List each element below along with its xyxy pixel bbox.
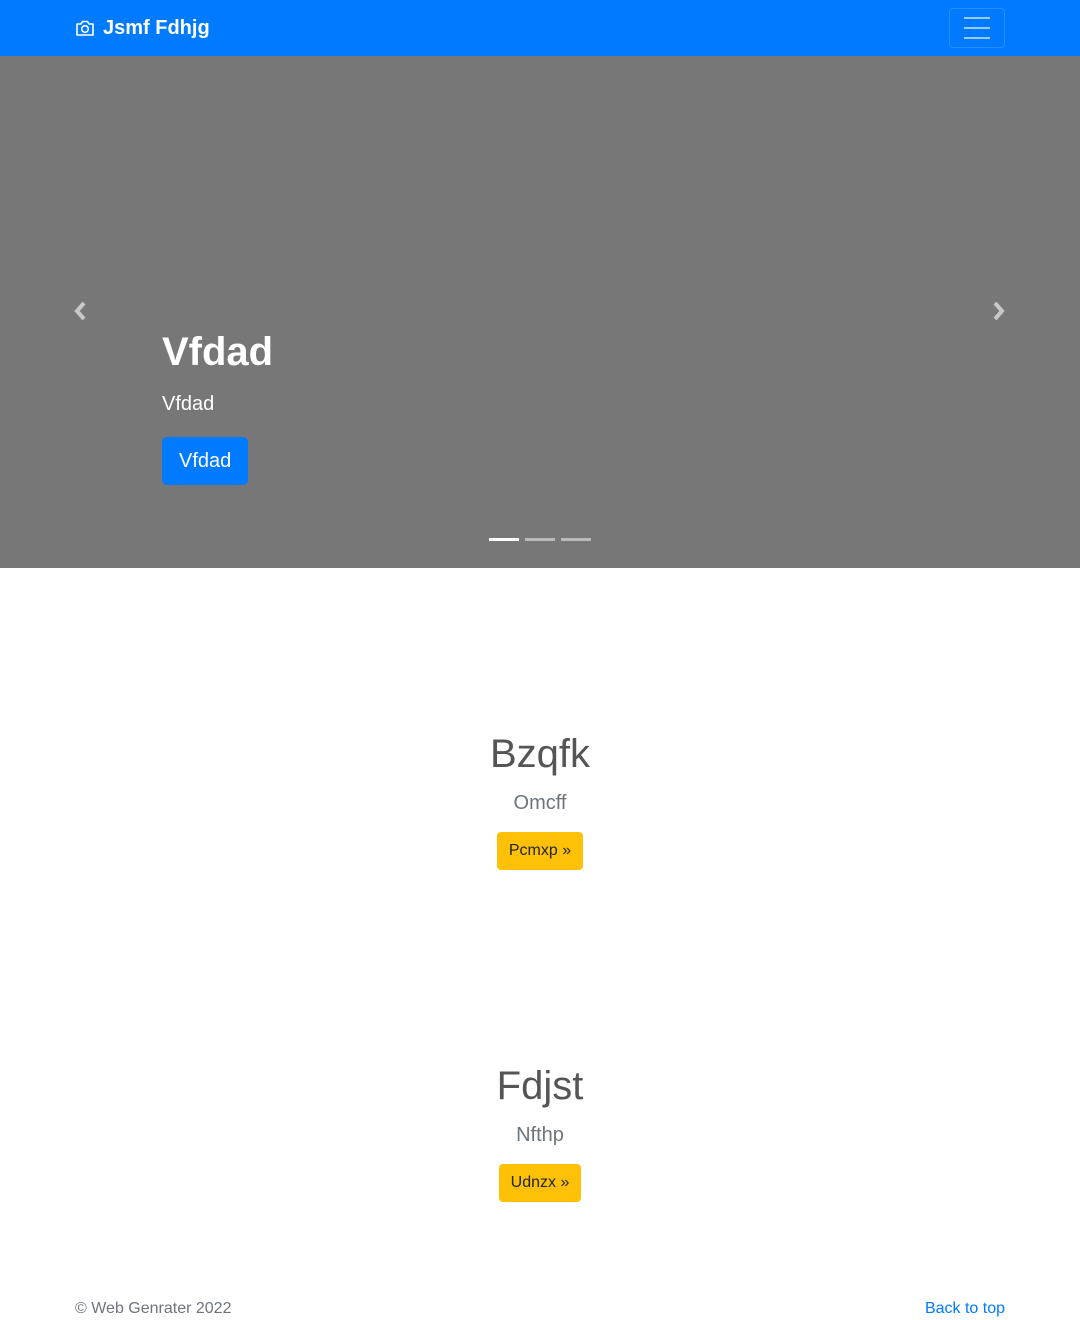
carousel-indicator-2[interactable] — [525, 538, 555, 541]
hamburger-menu-icon-bar — [964, 37, 990, 39]
chevron-left-icon — [74, 301, 86, 321]
section-heading: Bzqfk — [489, 732, 591, 776]
carousel-heading: Vfdad — [162, 330, 274, 374]
chevron-right-icon — [993, 301, 1005, 321]
hamburger-menu-icon-bar — [964, 27, 990, 29]
carousel-next-button[interactable] — [983, 296, 1013, 326]
brand-link[interactable]: Jsmf Fdhjg — [75, 15, 210, 41]
hero-carousel: Vfdad Vfdad Vfdad — [0, 56, 1080, 568]
carousel-text: Vfdad — [162, 393, 215, 415]
carousel-prev-button[interactable] — [66, 296, 96, 326]
hamburger-menu-icon — [964, 17, 990, 19]
section-lead: Omcff — [513, 792, 567, 814]
navbar: Jsmf Fdhjg — [0, 0, 1080, 56]
carousel-cta-button[interactable]: Vfdad — [162, 437, 249, 485]
section-button[interactable]: Udnzx » — [498, 1164, 582, 1202]
feature-section-2: Fdjst Nfthp Udnzx » — [0, 1062, 1080, 1202]
back-to-top-link[interactable]: Back to top — [925, 1298, 1005, 1320]
carousel-caption: Vfdad Vfdad Vfdad — [162, 328, 273, 485]
section-lead: Nfthp — [516, 1124, 564, 1146]
section-button[interactable]: Pcmxp » — [496, 832, 584, 870]
camera-icon — [75, 19, 95, 37]
brand-name: Jsmf Fdhjg — [103, 17, 210, 39]
section-heading: Fdjst — [496, 1064, 584, 1108]
carousel-indicators — [489, 538, 591, 541]
carousel-indicator-1[interactable] — [489, 538, 519, 541]
feature-section-1: Bzqfk Omcff Pcmxp » — [0, 730, 1080, 870]
carousel-indicator-3[interactable] — [561, 538, 591, 541]
footer-copyright: © Web Genrater 2022 — [75, 1300, 232, 1317]
navbar-toggler-button[interactable] — [949, 8, 1005, 48]
